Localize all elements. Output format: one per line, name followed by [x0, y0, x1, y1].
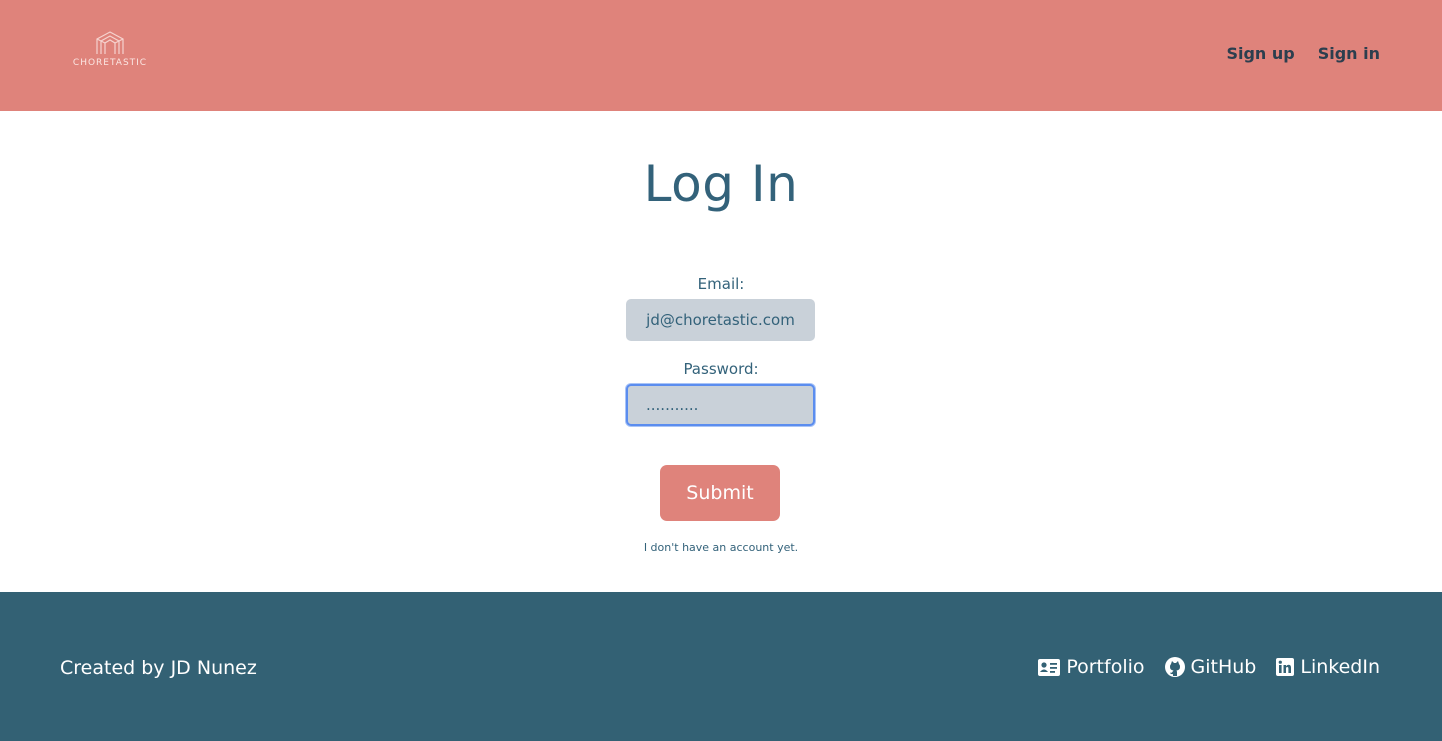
email-label: Email: [697, 275, 745, 293]
submit-button[interactable]: Submit [660, 465, 780, 521]
portfolio-label: Portfolio [1066, 656, 1145, 678]
page-title: Log In [643, 155, 799, 213]
site-header: CHORETASTIC Sign up Sign in [0, 0, 1442, 111]
email-field[interactable] [626, 299, 815, 341]
password-label: Password: [683, 360, 759, 378]
password-field[interactable] [626, 384, 815, 426]
signup-link[interactable]: Sign up [1226, 44, 1294, 63]
linkedin-label: LinkedIn [1300, 656, 1380, 678]
linkedin-icon [1276, 658, 1295, 676]
login-section: Log In Email: Password: Submit I don't h… [0, 111, 1442, 592]
portfolio-link[interactable]: Portfolio [1038, 656, 1145, 678]
linkedin-link[interactable]: LinkedIn [1276, 656, 1380, 678]
site-footer: Created by JD Nunez Portfolio GitHub Lin… [0, 592, 1442, 741]
github-link[interactable]: GitHub [1164, 656, 1257, 678]
logo-mark-icon [96, 31, 124, 54]
credit-text: Created by JD Nunez [60, 657, 257, 679]
top-nav: Sign up Sign in [1226, 44, 1380, 63]
github-icon [1164, 657, 1185, 677]
id-card-icon [1038, 658, 1061, 676]
no-account-link[interactable]: I don't have an account yet. [0, 541, 1442, 554]
footer-links: Portfolio GitHub LinkedIn [1038, 656, 1380, 678]
logo-text: CHORETASTIC [72, 58, 148, 68]
signin-link[interactable]: Sign in [1318, 44, 1380, 63]
logo[interactable]: CHORETASTIC [70, 31, 150, 73]
github-label: GitHub [1190, 656, 1257, 678]
